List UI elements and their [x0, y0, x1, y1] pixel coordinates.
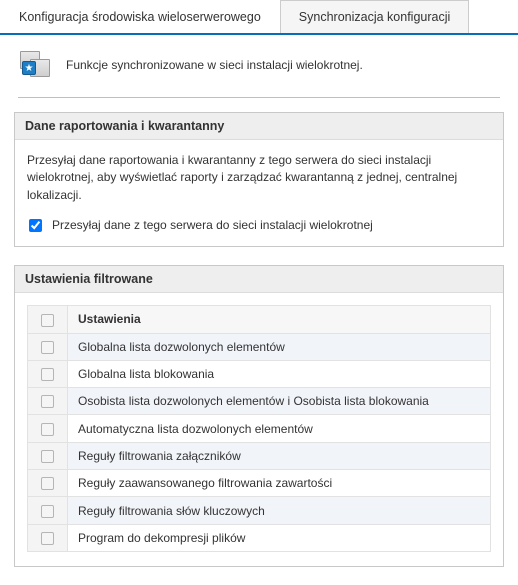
row-checkbox[interactable] — [41, 505, 54, 518]
row-checkbox[interactable] — [41, 395, 54, 408]
tab-label: Synchronizacja konfiguracji — [299, 10, 450, 24]
select-all-cell[interactable] — [28, 306, 68, 333]
panel-description: Przesyłaj dane raportowania i kwarantann… — [27, 152, 491, 204]
row-checkbox-cell[interactable] — [28, 442, 68, 469]
row-checkbox-cell[interactable] — [28, 388, 68, 415]
row-label: Globalna lista dozwolonych elementów — [68, 333, 491, 360]
row-label: Reguły filtrowania słów kluczowych — [68, 497, 491, 524]
sync-servers-icon: ★ — [20, 51, 52, 79]
send-data-row: Przesyłaj dane z tego serwera do sieci i… — [27, 218, 491, 232]
row-label: Reguły filtrowania załączników — [68, 442, 491, 469]
tab-bar: Konfiguracja środowiska wieloserwerowego… — [0, 0, 518, 35]
table-row: Reguły filtrowania słów kluczowych — [28, 497, 491, 524]
divider — [18, 97, 500, 98]
row-checkbox-cell[interactable] — [28, 360, 68, 387]
row-checkbox[interactable] — [41, 423, 54, 436]
table-row: Reguły filtrowania załączników — [28, 442, 491, 469]
send-data-label[interactable]: Przesyłaj dane z tego serwera do sieci i… — [52, 218, 373, 232]
table-row: Automatyczna lista dozwolonych elementów — [28, 415, 491, 442]
table-row: Reguły zaawansowanego filtrowania zawart… — [28, 470, 491, 497]
send-data-checkbox[interactable] — [29, 219, 42, 232]
row-checkbox-cell[interactable] — [28, 524, 68, 551]
settings-table: Ustawienia Globalna lista dozwolonych el… — [27, 305, 491, 552]
select-all-checkbox[interactable] — [41, 314, 54, 327]
row-checkbox[interactable] — [41, 477, 54, 490]
panel-title: Ustawienia filtrowane — [15, 266, 503, 293]
row-label: Osobista lista dozwolonych elementów i O… — [68, 388, 491, 415]
tab-label: Konfiguracja środowiska wieloserwerowego — [19, 10, 261, 24]
intro-text: Funkcje synchronizowane w sieci instalac… — [66, 58, 363, 72]
row-checkbox-cell[interactable] — [28, 497, 68, 524]
row-label: Automatyczna lista dozwolonych elementów — [68, 415, 491, 442]
row-checkbox-cell[interactable] — [28, 415, 68, 442]
row-checkbox-cell[interactable] — [28, 470, 68, 497]
row-label: Reguły zaawansowanego filtrowania zawart… — [68, 470, 491, 497]
intro-row: ★ Funkcje synchronizowane w sieci instal… — [0, 35, 518, 93]
panel-title: Dane raportowania i kwarantanny — [15, 113, 503, 140]
row-checkbox[interactable] — [41, 368, 54, 381]
row-checkbox[interactable] — [41, 450, 54, 463]
panel-filtered-settings: Ustawienia filtrowane Ustawienia Globaln… — [14, 265, 504, 567]
row-checkbox[interactable] — [41, 341, 54, 354]
table-row: Osobista lista dozwolonych elementów i O… — [28, 388, 491, 415]
table-row: Globalna lista blokowania — [28, 360, 491, 387]
row-label: Program do dekompresji plików — [68, 524, 491, 551]
row-label: Globalna lista blokowania — [68, 360, 491, 387]
row-checkbox[interactable] — [41, 532, 54, 545]
table-row: Globalna lista dozwolonych elementów — [28, 333, 491, 360]
panel-reporting-quarantine: Dane raportowania i kwarantanny Przesyła… — [14, 112, 504, 247]
column-header-settings: Ustawienia — [68, 306, 491, 333]
tab-multiserver-config[interactable]: Konfiguracja środowiska wieloserwerowego — [0, 0, 280, 33]
tab-sync-config[interactable]: Synchronizacja konfiguracji — [280, 0, 469, 33]
row-checkbox-cell[interactable] — [28, 333, 68, 360]
table-row: Program do dekompresji plików — [28, 524, 491, 551]
